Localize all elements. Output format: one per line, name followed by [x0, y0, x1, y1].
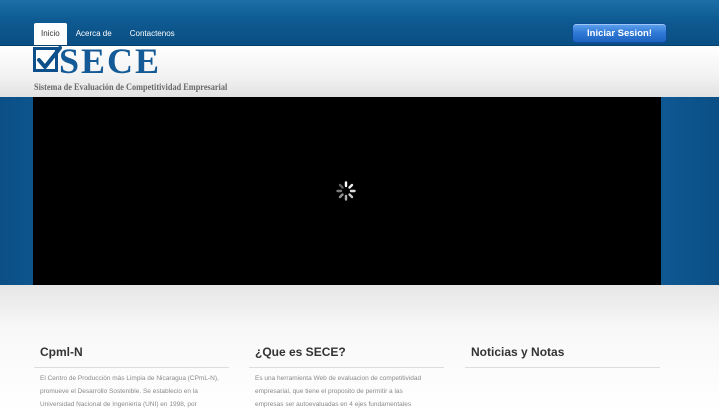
top-bar: Inicio Acerca de Contactenos Iniciar Ses… — [0, 0, 719, 46]
divider — [465, 367, 660, 368]
logo-wordmark: SECE — [59, 41, 162, 81]
column-title: ¿Que es SECE? — [255, 345, 346, 359]
column-text: Es una herramienta Web de evaluacion de … — [255, 375, 422, 408]
logo-subtitle: Sistema de Evaluación de Competitividad … — [34, 82, 228, 92]
column-text: El Centro de Producción más Limpia de Ni… — [40, 375, 219, 408]
logo[interactable]: SECE Sistema de Evaluación de Competitiv… — [33, 41, 227, 97]
column-title: Cpml-N — [40, 345, 83, 359]
divider — [34, 367, 229, 368]
checkbox-icon — [33, 46, 62, 72]
video-player[interactable] — [33, 97, 661, 285]
column-noticias: Noticias y Notas — [465, 339, 660, 368]
divider — [249, 367, 444, 368]
login-button[interactable]: Iniciar Sesion! — [572, 23, 667, 43]
spinner-icon — [336, 181, 356, 201]
column-que-es-sece: ¿Que es SECE? Es una herramienta Web de … — [249, 339, 444, 411]
column-title: Noticias y Notas — [471, 345, 565, 359]
column-cpml-n: Cpml-N El Centro de Producción más Limpi… — [34, 339, 229, 411]
